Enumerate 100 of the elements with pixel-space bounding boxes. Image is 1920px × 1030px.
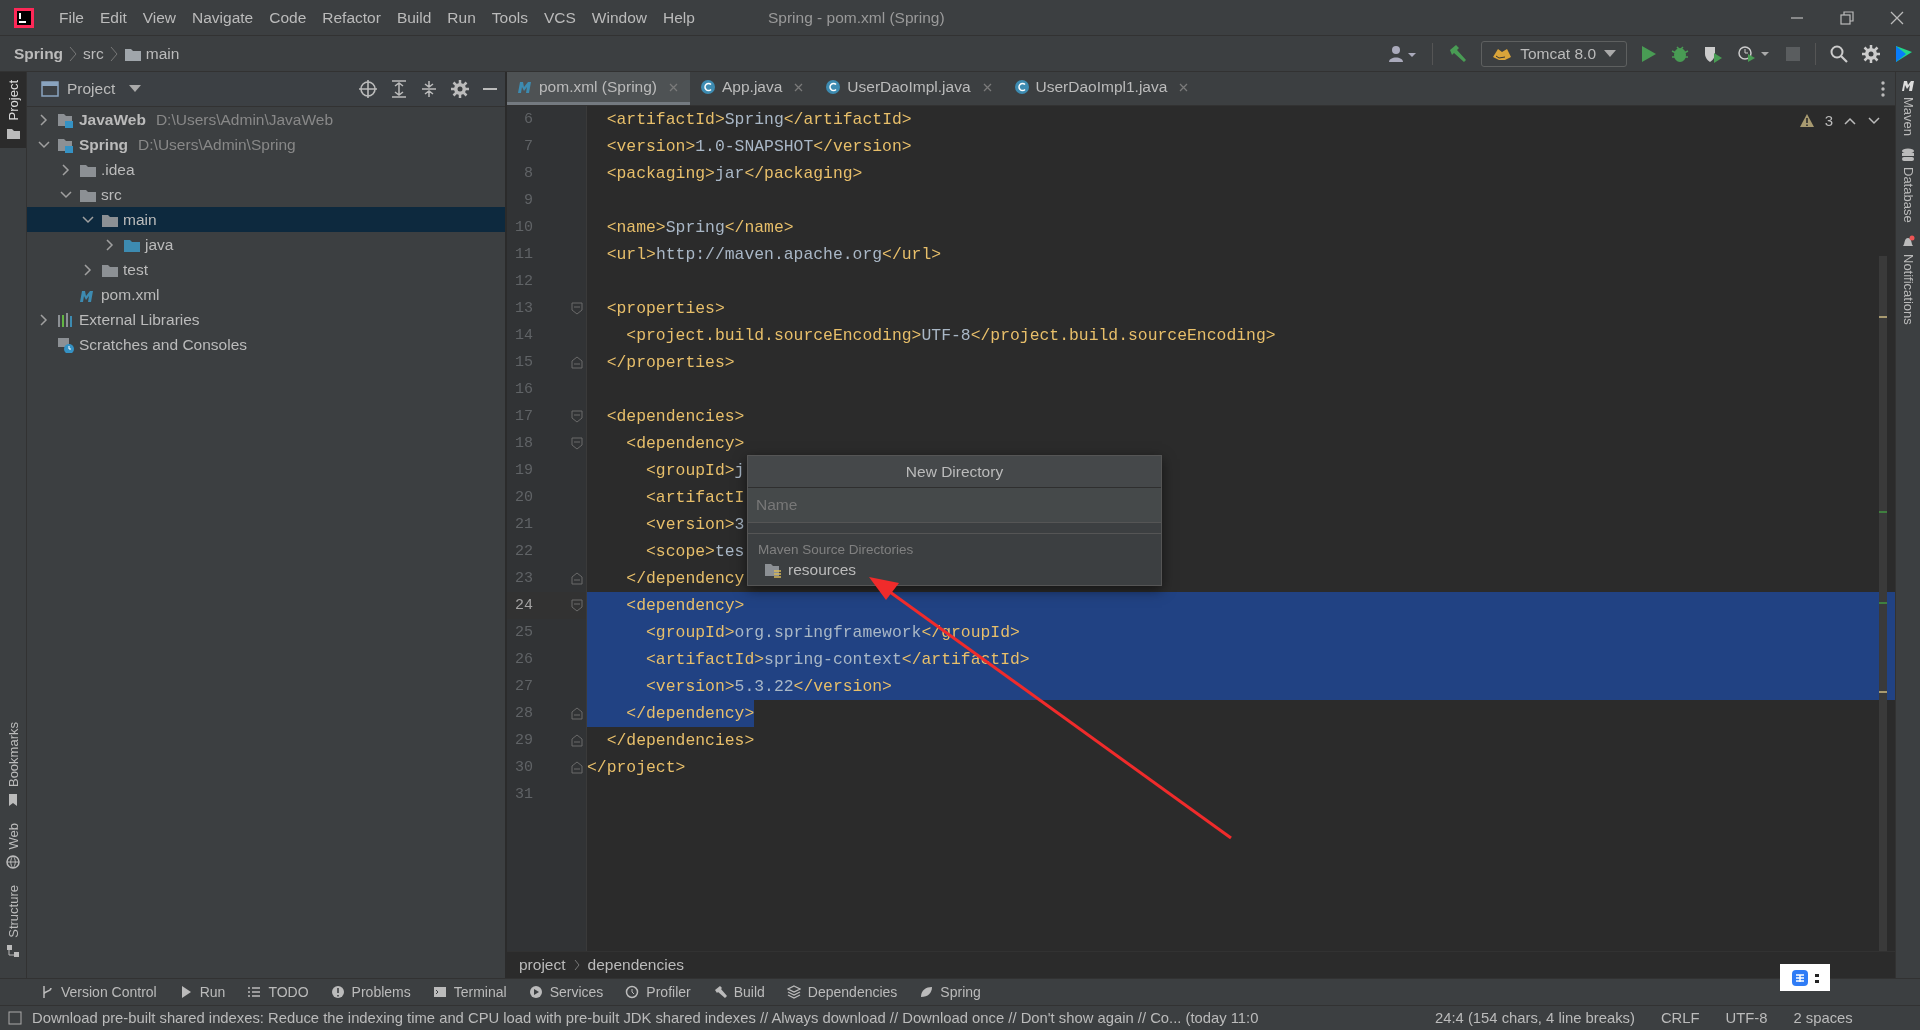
tool-window-button[interactable]: Build	[712, 984, 765, 1000]
module-icon	[57, 111, 75, 128]
tree-item[interactable]: Spring	[79, 135, 129, 154]
chevron-down-icon[interactable]	[1867, 115, 1881, 126]
tree-row-selected[interactable]: main	[27, 207, 505, 232]
bookmark-icon	[6, 792, 20, 807]
breadcrumb-item[interactable]: src	[83, 44, 104, 63]
hammer-icon[interactable]	[1447, 43, 1468, 64]
file-encoding[interactable]: UTF-8	[1717, 1010, 1776, 1026]
tool-window-tab[interactable]: Database	[1900, 142, 1916, 229]
tree-item[interactable]: External Libraries	[79, 310, 200, 329]
close-icon[interactable]	[1890, 10, 1904, 25]
tree-item[interactable]: java	[145, 235, 174, 254]
code-line: <packaging>jar</packaging>	[605, 163, 863, 185]
breadcrumb-item[interactable]: dependencies	[587, 956, 685, 974]
settings-icon[interactable]	[1862, 44, 1880, 63]
search-icon[interactable]	[1830, 44, 1848, 63]
menu-item[interactable]: VCS	[535, 0, 584, 35]
shield-run-icon[interactable]	[1703, 44, 1723, 63]
tool-window-button[interactable]: Run	[178, 984, 226, 1000]
fold-marker-icon[interactable]	[571, 410, 583, 423]
menu-item[interactable]: Help	[655, 0, 703, 35]
run-config-dropdown[interactable]: Tomcat 8.0	[1481, 40, 1627, 67]
code-line: <name>Spring</name>	[605, 217, 794, 239]
tool-window-button[interactable]: TODO	[247, 984, 309, 1000]
settings-icon[interactable]	[451, 80, 469, 98]
more-icon[interactable]	[1881, 80, 1885, 97]
bug-icon[interactable]	[1671, 44, 1689, 63]
collapse-all-icon[interactable]	[421, 80, 437, 98]
tool-window-tab[interactable]: Notifications	[1900, 228, 1916, 331]
tool-window-tab[interactable]: Project	[0, 72, 26, 149]
fold-marker-icon[interactable]	[571, 599, 583, 612]
crosshair-icon[interactable]	[359, 80, 377, 98]
tool-window-button[interactable]: Dependencies	[786, 984, 898, 1000]
code-line: </properties>	[605, 352, 735, 374]
fold-marker-icon[interactable]	[571, 356, 583, 369]
tool-window-tab[interactable]: Bookmarks	[0, 713, 26, 815]
menu-item[interactable]: Tools	[483, 0, 536, 35]
editor-tab[interactable]: pom.xml (Spring)	[507, 72, 690, 105]
tree-item[interactable]: src	[101, 185, 122, 204]
fold-marker-icon[interactable]	[571, 734, 583, 747]
menu-item[interactable]: Code	[261, 0, 315, 35]
class-icon	[700, 79, 716, 95]
branch-icon	[40, 985, 54, 999]
menu-item[interactable]: Navigate	[184, 0, 262, 35]
menu-item[interactable]: Run	[439, 0, 484, 35]
fold-marker-icon[interactable]	[571, 707, 583, 720]
code-line: <dependencies>	[605, 406, 745, 428]
tree-item[interactable]: pom.xml	[101, 285, 160, 304]
caret-position[interactable]: 24:4 (154 chars, 4 line breaks)	[1427, 1010, 1643, 1026]
tree-item[interactable]: test	[123, 260, 148, 279]
scrollbar[interactable]	[1879, 256, 1887, 951]
status-message[interactable]: Download pre-built shared indexes: Reduce the indexing time and CPU load with pre-built JDK shared indexes // Always download // Download once // Don't show again // Co... (today 11:0	[32, 1010, 1417, 1026]
tool-window-button[interactable]: Profiler	[625, 984, 691, 1000]
input-method-widget[interactable]	[1780, 964, 1830, 991]
leaf-icon	[919, 985, 934, 999]
line-separator[interactable]: CRLF	[1652, 1010, 1708, 1026]
chevron-up-icon[interactable]	[1843, 115, 1857, 126]
user-dropdown-icon[interactable]	[1388, 44, 1419, 63]
tool-window-button[interactable]: Version Control	[40, 984, 157, 1000]
warning-count[interactable]: 3	[1824, 112, 1833, 129]
tree-item[interactable]: main	[123, 210, 157, 229]
plugin-logo-icon[interactable]	[1894, 43, 1914, 64]
tool-window-tab[interactable]: Maven	[1900, 72, 1916, 143]
editor-tab[interactable]: UserDaoImpl.java	[815, 72, 1004, 105]
menu-item[interactable]: Build	[388, 0, 440, 35]
menu-item[interactable]: View	[134, 0, 185, 35]
tool-window-tab[interactable]: Structure	[0, 877, 26, 966]
editor-tab[interactable]: UserDaoImpl1.java	[1003, 72, 1201, 105]
menu-item[interactable]: File	[51, 0, 92, 35]
breadcrumb-item[interactable]: main	[145, 44, 180, 63]
tree-item[interactable]: .idea	[101, 160, 135, 179]
fold-marker-icon[interactable]	[571, 437, 583, 450]
editor-tab[interactable]: App.java	[690, 72, 816, 105]
fold-marker-icon[interactable]	[571, 761, 583, 774]
fold-marker-icon[interactable]	[571, 572, 583, 585]
run-icon[interactable]	[1641, 44, 1657, 63]
clock-run-icon[interactable]	[1737, 44, 1771, 63]
restore-icon[interactable]	[1840, 10, 1854, 25]
tool-window-button[interactable]: Problems	[330, 984, 411, 1000]
tool-window-button[interactable]: Terminal	[432, 984, 507, 1000]
breadcrumb-item[interactable]: Spring	[14, 44, 64, 63]
menu-item[interactable]: Window	[583, 0, 655, 35]
tool-window-button[interactable]: Services	[528, 984, 604, 1000]
expand-all-icon[interactable]	[391, 80, 407, 98]
menu-item[interactable]: Refactor	[314, 0, 389, 35]
tool-window-tab[interactable]: Web	[0, 814, 26, 878]
code-line: </dependencies>	[605, 730, 755, 752]
tree-item[interactable]: Scratches and Consoles	[79, 335, 247, 354]
tool-window-button[interactable]: Spring	[919, 984, 981, 1000]
code-line: <project.build.sourceEncoding>UTF-8</project.build.sourceEncoding>	[625, 325, 1276, 347]
menu-item[interactable]: Edit	[92, 0, 135, 35]
breadcrumb-item[interactable]: project	[519, 956, 566, 974]
popup-item[interactable]: resources	[748, 559, 1161, 585]
project-view-dropdown[interactable]: Project	[67, 80, 142, 98]
indent-setting[interactable]: 2 spaces	[1785, 1010, 1861, 1026]
line-number: 24	[514, 597, 533, 614]
tree-item[interactable]: JavaWeb	[79, 110, 146, 129]
panel-toggle-icon[interactable]	[8, 1011, 22, 1025]
fold-marker-icon[interactable]	[571, 302, 583, 315]
